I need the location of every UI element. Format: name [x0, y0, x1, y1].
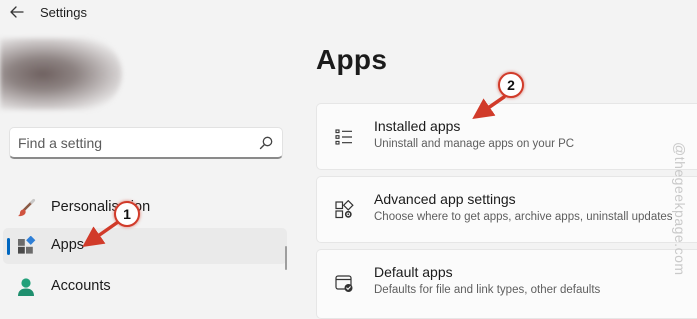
user-profile-avatar[interactable] — [0, 38, 122, 110]
back-button[interactable] — [6, 3, 28, 21]
page-title: Apps — [316, 44, 388, 75]
default-app-icon — [335, 275, 353, 292]
person-icon — [18, 278, 34, 296]
search-icon[interactable] — [259, 136, 273, 150]
paintbrush-icon — [18, 198, 36, 217]
app-gear-icon — [335, 200, 354, 219]
card-title: Default apps — [374, 264, 453, 280]
card-subtitle: Defaults for file and link types, other … — [374, 284, 601, 296]
sidebar-item-label: Accounts — [51, 278, 111, 294]
back-arrow-icon — [10, 6, 24, 18]
advanced-app-settings-card[interactable]: Advanced app settings Choose where to ge… — [316, 176, 697, 243]
title-bar: Settings — [0, 0, 697, 28]
annotation-badge-1: 1 — [114, 201, 140, 227]
watermark-text: @thegeekpage.com — [672, 142, 688, 276]
card-subtitle: Choose where to get apps, archive apps, … — [374, 211, 673, 223]
search-input[interactable] — [18, 133, 248, 153]
annotation-badge-2: 2 — [498, 72, 524, 98]
sidebar-item-apps[interactable]: Apps — [3, 228, 287, 264]
scrollbar-thumb[interactable] — [285, 246, 287, 270]
sidebar-item-accounts[interactable]: Accounts — [3, 269, 287, 305]
sidebar-item-label: Apps — [51, 237, 85, 253]
installed-apps-card[interactable]: Installed apps Uninstall and manage apps… — [316, 103, 697, 170]
apps-icon — [18, 236, 36, 254]
list-icon — [335, 129, 352, 145]
window-title: Settings — [40, 5, 87, 20]
card-subtitle: Uninstall and manage apps on your PC — [374, 138, 575, 150]
default-apps-card[interactable]: Default apps Defaults for file and link … — [316, 249, 697, 319]
card-title: Advanced app settings — [374, 191, 516, 207]
sidebar-item-personalisation[interactable]: Personalisation — [3, 190, 287, 226]
watermark: @thegeekpage.com — [666, 142, 696, 302]
selection-indicator — [7, 238, 10, 255]
card-title: Installed apps — [374, 118, 461, 134]
search-box[interactable] — [9, 127, 283, 159]
